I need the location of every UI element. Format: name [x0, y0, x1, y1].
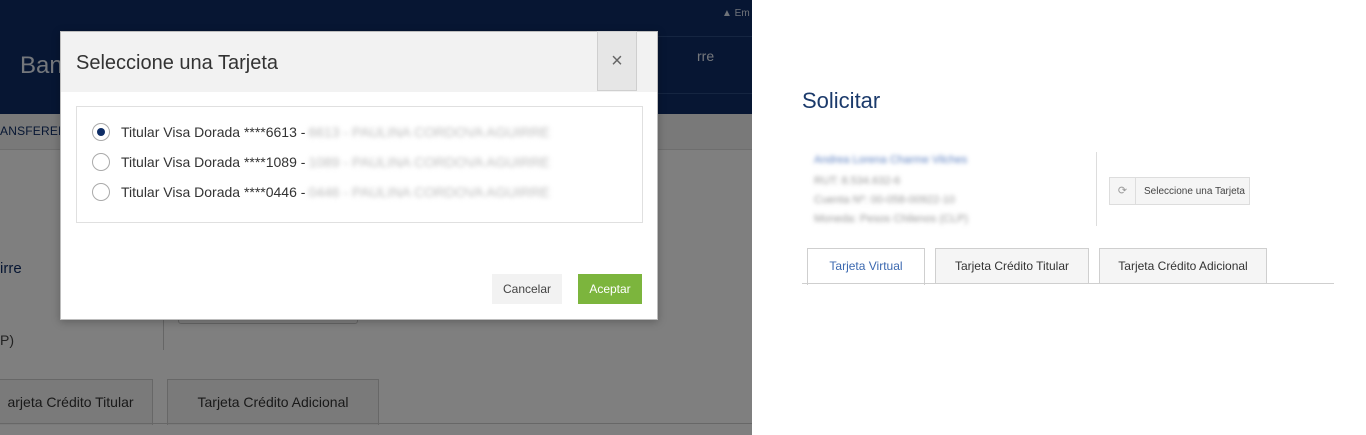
modal-title: Seleccione una Tarjeta: [76, 52, 278, 74]
radio-button[interactable]: [92, 183, 110, 201]
page-title: Solicitar: [802, 88, 881, 113]
card-options-list: Titular Visa Dorada ****6613 - 6613 - PA…: [76, 106, 643, 223]
card-option-owner-blurred: 6613 - PAULINA CORDOVA AGUIRRE: [308, 124, 550, 140]
account-number: Cuenta Nº: 00-058-00922-10: [814, 194, 956, 206]
account-currency: Moneda: Pesos Chilenos (CLP): [814, 213, 969, 225]
card-option[interactable]: Titular Visa Dorada ****1089 - 1089 - PA…: [92, 152, 550, 172]
card-option-owner-blurred: 1089 - PAULINA CORDOVA AGUIRRE: [308, 154, 550, 170]
account-rut: RUT: 8.534.632-6: [814, 175, 901, 187]
accept-button[interactable]: Aceptar: [578, 274, 642, 304]
select-card-label: Seleccione una Tarjeta: [1144, 185, 1245, 197]
account-holder-name: Andrea Lorena Charme Vilches: [814, 154, 968, 166]
tab-baseline: [802, 283, 1334, 284]
close-icon[interactable]: ×: [597, 31, 637, 91]
tab-credito-adicional[interactable]: Tarjeta Crédito Adicional: [1099, 248, 1267, 284]
card-option[interactable]: Titular Visa Dorada ****0446 - 0446 - PA…: [92, 182, 550, 202]
card-option[interactable]: Titular Visa Dorada ****6613 - 6613 - PA…: [92, 122, 550, 142]
card-option-label: Titular Visa Dorada ****0446 -: [121, 184, 306, 200]
divider: [1096, 152, 1097, 226]
select-card-button[interactable]: ⟳ Seleccione una Tarjeta: [1109, 177, 1250, 205]
left-panel: ▲ Em Banc rre ANSFEREN irre P) arjeta Cr…: [0, 0, 752, 435]
card-option-owner-blurred: 0446 - PAULINA CORDOVA AGUIRRE: [308, 184, 550, 200]
select-card-modal: Seleccione una Tarjeta Titular Visa Dora…: [60, 31, 658, 320]
tab-credito-titular[interactable]: Tarjeta Crédito Titular: [935, 248, 1089, 284]
card-option-label: Titular Visa Dorada ****1089 -: [121, 154, 306, 170]
radio-button[interactable]: [92, 153, 110, 171]
refresh-icon: ⟳: [1110, 178, 1136, 204]
cancel-button[interactable]: Cancelar: [492, 274, 562, 304]
card-option-label: Titular Visa Dorada ****6613 -: [121, 124, 306, 140]
tab-tarjeta-virtual[interactable]: Tarjeta Virtual: [807, 248, 925, 285]
right-panel: Solicitar Andrea Lorena Charme Vilches R…: [752, 0, 1366, 435]
radio-button-checked[interactable]: [92, 123, 110, 141]
modal-header: Seleccione una Tarjeta: [61, 32, 657, 92]
